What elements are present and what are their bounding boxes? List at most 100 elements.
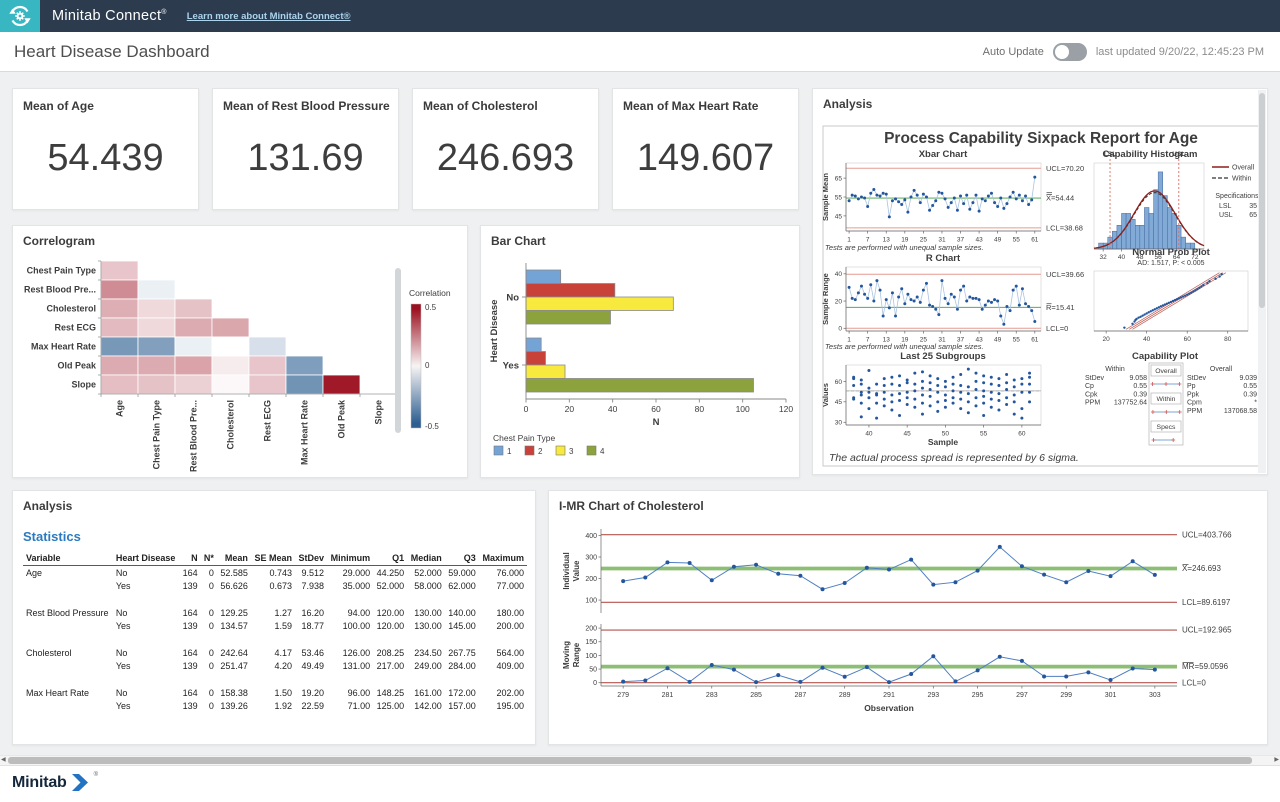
svg-text:20: 20	[835, 298, 843, 305]
svg-text:No: No	[506, 293, 519, 304]
svg-text:Specs: Specs	[1157, 424, 1176, 431]
svg-text:StDev: StDev	[1187, 375, 1207, 382]
last-updated-text: last updated 9/20/22, 12:45:23 PM	[1096, 46, 1264, 58]
svg-text:Range: Range	[572, 642, 581, 667]
svg-text:Heart Disease: Heart Disease	[489, 300, 500, 363]
toggle-knob	[1055, 45, 1069, 59]
svg-text:Ppk: Ppk	[1187, 391, 1200, 398]
svg-text:Max Heart Rate: Max Heart Rate	[31, 342, 96, 352]
scrollbar-thumb[interactable]	[8, 757, 1252, 764]
svg-text:0.39: 0.39	[1243, 391, 1257, 398]
svg-text:9.058: 9.058	[1129, 375, 1147, 382]
statistics-table: VariableHeart DiseaseNN*MeanSE MeanStDev…	[23, 551, 527, 712]
correlogram-panel: Correlogram Chest Pain TypeRest Blood Pr…	[12, 225, 468, 478]
svg-text:40: 40	[1143, 336, 1151, 343]
svg-text:65: 65	[1249, 212, 1257, 219]
minitab-connect-logo-icon	[0, 0, 40, 32]
svg-text:20: 20	[565, 404, 575, 414]
svg-text:Chest Pain Type: Chest Pain Type	[493, 433, 555, 443]
svg-text:200: 200	[585, 625, 597, 632]
svg-text:55: 55	[1013, 237, 1021, 244]
svg-text:Cp: Cp	[1085, 383, 1094, 390]
svg-text:Chest Pain Type: Chest Pain Type	[27, 266, 96, 276]
svg-text:4: 4	[600, 447, 605, 456]
svg-text:137068.58: 137068.58	[1224, 408, 1257, 415]
svg-text:UCL=403.766: UCL=403.766	[1182, 530, 1232, 539]
svg-text:1: 1	[507, 447, 512, 456]
kpi-card-mean-max-hr: Mean of Max Heart Rate 149.607	[612, 88, 799, 210]
kpi-card-mean-age: Mean of Age 54.439	[12, 88, 199, 210]
svg-text:300: 300	[585, 554, 597, 561]
svg-text:R Chart: R Chart	[926, 253, 961, 264]
imr-chart-panel: I-MR Chart of Cholesterol UCL=403.766X=2…	[548, 490, 1268, 745]
svg-text:*: *	[1254, 400, 1257, 407]
svg-text:150: 150	[585, 639, 597, 646]
svg-text:55: 55	[835, 194, 843, 201]
scroll-right-icon[interactable]: ▶	[1274, 756, 1279, 765]
svg-text:303: 303	[1149, 692, 1161, 699]
svg-text:65: 65	[835, 176, 843, 183]
svg-text:USL: USL	[1219, 212, 1233, 219]
svg-text:Xbar Chart: Xbar Chart	[919, 149, 968, 160]
svg-text:Cpm: Cpm	[1187, 400, 1202, 407]
svg-text:UCL=70.20: UCL=70.20	[1046, 164, 1084, 173]
svg-text:Observation: Observation	[864, 703, 914, 713]
svg-text:Sample Mean: Sample Mean	[821, 173, 830, 221]
svg-text:200: 200	[585, 576, 597, 583]
svg-text:0.55: 0.55	[1243, 383, 1257, 390]
svg-text:0: 0	[524, 404, 529, 414]
svg-text:Cholesterol: Cholesterol	[46, 304, 96, 314]
svg-text:Rest Blood Pre...: Rest Blood Pre...	[189, 400, 199, 472]
kpi-card-mean-cholesterol: Mean of Cholesterol 246.693	[412, 88, 599, 210]
svg-text:Rest Blood Pre...: Rest Blood Pre...	[24, 285, 96, 295]
svg-text:X=54.44: X=54.44	[1046, 194, 1074, 203]
svg-text:-0.5: -0.5	[425, 422, 439, 431]
svg-text:Overall: Overall	[1232, 165, 1255, 172]
statistics-heading[interactable]: Statistics	[23, 529, 81, 544]
svg-text:100: 100	[736, 404, 750, 414]
svg-text:UCL=39.66: UCL=39.66	[1046, 270, 1084, 279]
table-row: Rest Blood PressureNo1640129.251.2716.20…	[23, 606, 527, 619]
scroll-left-icon[interactable]: ◀	[1, 756, 6, 765]
learn-more-link[interactable]: Learn more about Minitab Connect®	[187, 11, 351, 22]
svg-text:Values: Values	[821, 383, 830, 407]
svg-text:55: 55	[1013, 337, 1021, 344]
svg-text:285: 285	[750, 692, 762, 699]
svg-text:X=246.693: X=246.693	[1182, 564, 1221, 573]
svg-text:The actual process spread is r: The actual process spread is represented…	[829, 452, 1079, 464]
svg-text:Capability Plot: Capability Plot	[1132, 351, 1199, 362]
svg-text:Correlation: Correlation	[409, 288, 451, 298]
svg-text:MR=59.0596: MR=59.0596	[1182, 662, 1229, 671]
svg-text:9.039: 9.039	[1239, 375, 1257, 382]
auto-update-toggle[interactable]	[1053, 43, 1087, 61]
svg-text:LSL: LSL	[1219, 203, 1232, 210]
footer: Minitab ®	[0, 765, 1280, 802]
kpi-label: Mean of Cholesterol	[423, 99, 538, 113]
svg-text:Last 25 Subgroups: Last 25 Subgroups	[900, 351, 986, 362]
minitab-wordmark: Minitab	[12, 774, 67, 792]
svg-text:Chest Pain Type: Chest Pain Type	[152, 400, 162, 469]
svg-text:299: 299	[1060, 692, 1072, 699]
svg-text:40: 40	[865, 431, 873, 438]
svg-text:LCL=0: LCL=0	[1182, 678, 1206, 687]
svg-text:Slope: Slope	[71, 380, 96, 390]
svg-text:287: 287	[795, 692, 807, 699]
auto-update-label: Auto Update	[983, 46, 1044, 58]
correlogram-heatmap: Chest Pain Type Rest Blood Pre... Choleste…	[13, 226, 469, 479]
svg-text:UCL=192.965: UCL=192.965	[1182, 626, 1232, 635]
svg-text:293: 293	[927, 692, 939, 699]
svg-text:30: 30	[835, 420, 843, 427]
kpi-label: Mean of Max Heart Rate	[623, 99, 758, 113]
svg-text:100: 100	[585, 597, 597, 604]
panel-scrollbar[interactable]	[1258, 90, 1266, 473]
sixpack-chart: Process Capability Sixpack Report for Ag…	[813, 89, 1269, 476]
svg-text:80: 80	[695, 404, 705, 414]
svg-text:60: 60	[835, 379, 843, 386]
panel-title: Analysis	[23, 499, 72, 513]
svg-text:Sample Range: Sample Range	[821, 273, 830, 325]
svg-text:Within: Within	[1232, 176, 1252, 183]
svg-text:0.5: 0.5	[425, 303, 437, 312]
horizontal-scrollbar[interactable]: ◀ ▶	[0, 755, 1280, 765]
svg-text:Old Peak: Old Peak	[337, 399, 347, 439]
svg-text:R=15.41: R=15.41	[1046, 303, 1075, 312]
